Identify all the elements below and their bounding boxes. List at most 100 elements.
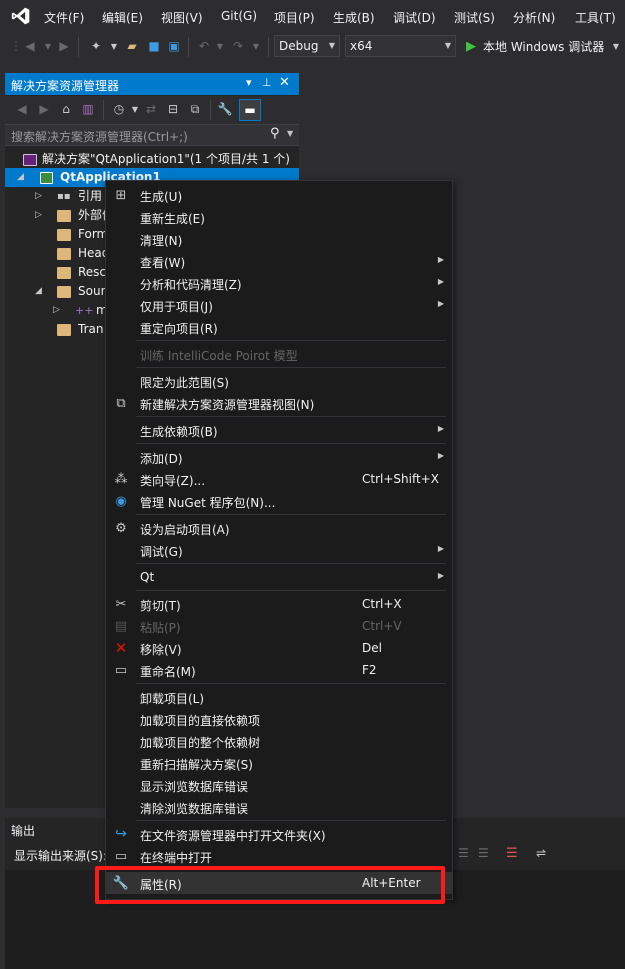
- search-icon[interactable]: ⚲: [270, 126, 280, 141]
- remove-x-icon: ✕: [114, 639, 128, 657]
- new-dropdown-icon[interactable]: ▼: [106, 38, 122, 54]
- filter-folder-icon: [57, 248, 71, 260]
- pin-icon[interactable]: ⊥: [262, 76, 272, 89]
- toolbar-separator: [103, 100, 104, 120]
- menu-item-label: 添加(D): [140, 452, 183, 466]
- back-icon[interactable]: ◀: [22, 38, 38, 54]
- filter-dropdown-icon[interactable]: ▼: [127, 101, 143, 117]
- back-dropdown-icon[interactable]: ▼: [40, 38, 56, 54]
- menu-item-view[interactable]: 查看(W) ▶: [106, 250, 452, 272]
- search-options-icon[interactable]: ▼: [287, 129, 293, 138]
- menu-item-rename[interactable]: ▭ 重命名(M) F2: [106, 659, 452, 681]
- qt-project-icon: [40, 172, 53, 184]
- menu-item-shortcut: Ctrl+X: [362, 597, 402, 611]
- menu-item-unload-project[interactable]: 卸载项目(L): [106, 686, 452, 708]
- tree-node-label: 引用: [78, 189, 103, 203]
- menu-item-retarget-project[interactable]: 重定向项目(R): [106, 316, 452, 338]
- menu-item-set-startup-project[interactable]: ⚙ 设为启动项目(A): [106, 517, 452, 539]
- start-debugging-button[interactable]: 本地 Windows 调试器: [483, 38, 604, 55]
- menu-analyze[interactable]: 分析(N): [513, 9, 555, 26]
- panel-options-icon[interactable]: ▾: [246, 76, 252, 89]
- close-icon[interactable]: ✕: [279, 75, 290, 90]
- menu-item-manage-nuget[interactable]: ◉ 管理 NuGet 程序包(N)...: [106, 490, 452, 512]
- align-right-icon[interactable]: ☰: [478, 846, 489, 860]
- back-icon[interactable]: ◀: [14, 101, 30, 117]
- menu-tools[interactable]: 工具(T): [575, 9, 616, 26]
- menu-item-clear-browse-db-errors[interactable]: 清除浏览数据库错误: [106, 796, 452, 818]
- home-icon[interactable]: ⌂: [58, 101, 74, 117]
- toolbar-separator: [188, 37, 189, 57]
- menu-item-build-dependencies[interactable]: 生成依赖项(B) ▶: [106, 419, 452, 441]
- start-debugging-icon[interactable]: ▶: [463, 38, 479, 54]
- new-project-icon[interactable]: ✦: [88, 38, 104, 54]
- references-icon: ▪▪: [57, 191, 71, 202]
- undo-icon[interactable]: ↶: [196, 38, 212, 54]
- menu-item-load-direct-deps[interactable]: 加载项目的直接依赖项: [106, 708, 452, 730]
- menu-item-class-wizard[interactable]: ⁂ 类向导(Z)... Ctrl+Shift+X: [106, 468, 452, 490]
- platform-select[interactable]: x64 ▼: [345, 35, 456, 57]
- menu-item-shortcut: Ctrl+Shift+X: [362, 472, 439, 486]
- collapse-all-icon[interactable]: ⊟: [165, 101, 181, 117]
- menu-item-qt[interactable]: Qt ▶: [106, 566, 452, 588]
- menu-item-cut[interactable]: ✂ 剪切(T) Ctrl+X: [106, 593, 452, 615]
- menu-item-project-only[interactable]: 仅用于项目(J) ▶: [106, 294, 452, 316]
- redo-dropdown-icon[interactable]: ▼: [248, 38, 264, 54]
- menu-item-open-in-terminal[interactable]: ▭ 在终端中打开: [106, 845, 452, 867]
- menu-debug[interactable]: 调试(D): [393, 9, 436, 26]
- tree-node-label: Tran: [78, 322, 104, 336]
- switch-views-icon[interactable]: ▥: [80, 101, 96, 117]
- menu-item-label: 生成依赖项(B): [140, 425, 218, 439]
- sync-icon[interactable]: ⇄: [143, 101, 159, 117]
- visual-studio-logo-icon[interactable]: [10, 6, 32, 26]
- filter-folder-icon: [57, 267, 71, 279]
- menu-item-rescan-solution[interactable]: 重新扫描解决方案(S): [106, 752, 452, 774]
- menu-item-open-in-explorer[interactable]: ↪ 在文件资源管理器中打开文件夹(X): [106, 823, 452, 845]
- open-folder-icon[interactable]: ▰: [124, 38, 140, 54]
- menu-file[interactable]: 文件(F): [44, 9, 84, 26]
- menu-item-build[interactable]: ⊞ 生成(U): [106, 184, 452, 206]
- menu-item-debug[interactable]: 调试(G) ▶: [106, 539, 452, 561]
- menu-item-remove[interactable]: ✕ 移除(V) Del: [106, 637, 452, 659]
- menu-edit[interactable]: 编辑(E): [102, 9, 143, 26]
- configuration-select[interactable]: Debug ▼: [274, 35, 340, 57]
- preview-icon[interactable]: ▬: [239, 99, 261, 121]
- menu-item-show-browse-db-errors[interactable]: 显示浏览数据库错误: [106, 774, 452, 796]
- menu-item-rebuild[interactable]: 重新生成(E): [106, 206, 452, 228]
- undo-dropdown-icon[interactable]: ▼: [212, 38, 228, 54]
- align-left-icon[interactable]: ☰: [458, 846, 469, 860]
- menu-item-label: 在文件资源管理器中打开文件夹(X): [140, 829, 326, 843]
- menu-view[interactable]: 视图(V): [161, 9, 203, 26]
- save-icon[interactable]: ■: [146, 38, 162, 54]
- clear-all-icon[interactable]: ☰: [506, 846, 518, 861]
- menu-item-new-explorer-view[interactable]: ⧉ 新建解决方案资源管理器视图(N): [106, 392, 452, 414]
- open-folder-arrow-icon: ↪: [115, 826, 127, 842]
- forward-icon[interactable]: ▶: [36, 101, 52, 117]
- forward-icon[interactable]: ▶: [56, 38, 72, 54]
- menu-git[interactable]: Git(G): [221, 9, 257, 23]
- redo-icon[interactable]: ↷: [230, 38, 246, 54]
- filter-folder-icon: [57, 286, 71, 298]
- menu-item-label: 清除浏览数据库错误: [140, 802, 249, 816]
- menu-item-scope-to-this[interactable]: 限定为此范围(S): [106, 370, 452, 392]
- word-wrap-icon[interactable]: ⇌: [536, 846, 546, 860]
- menu-test[interactable]: 测试(S): [454, 9, 495, 26]
- new-view-icon: ⧉: [116, 395, 126, 411]
- menu-project[interactable]: 项目(P): [274, 9, 315, 26]
- show-all-files-icon[interactable]: ⧉: [187, 101, 203, 117]
- wrench-icon[interactable]: 🔧: [217, 101, 233, 117]
- toolbar-separator: [210, 100, 211, 120]
- menu-build[interactable]: 生成(B): [333, 9, 375, 26]
- pending-changes-icon[interactable]: ◷: [111, 101, 127, 117]
- run-dropdown-icon[interactable]: ▼: [608, 38, 624, 54]
- menu-item-load-dep-tree[interactable]: 加载项目的整个依赖树: [106, 730, 452, 752]
- scissors-icon: ✂: [115, 596, 127, 612]
- menu-item-clean[interactable]: 清理(N): [106, 228, 452, 250]
- tree-solution-node[interactable]: 解决方案"QtApplication1"(1 个项目/共 1 个): [5, 150, 299, 169]
- save-all-icon[interactable]: ▣: [166, 38, 182, 54]
- menu-item-analyze-code-cleanup[interactable]: 分析和代码清理(Z) ▶: [106, 272, 452, 294]
- solution-explorer-toolbar: ◀ ▶ ⌂ ▥ ◷ ▼ ⇄ ⊟ ⧉ 🔧 ▬: [5, 96, 299, 124]
- menu-item-add[interactable]: 添加(D) ▶: [106, 446, 452, 468]
- menu-item-shortcut: F2: [362, 663, 377, 677]
- menu-item-label: 清理(N): [140, 234, 183, 248]
- toolbar-separator: [268, 37, 269, 57]
